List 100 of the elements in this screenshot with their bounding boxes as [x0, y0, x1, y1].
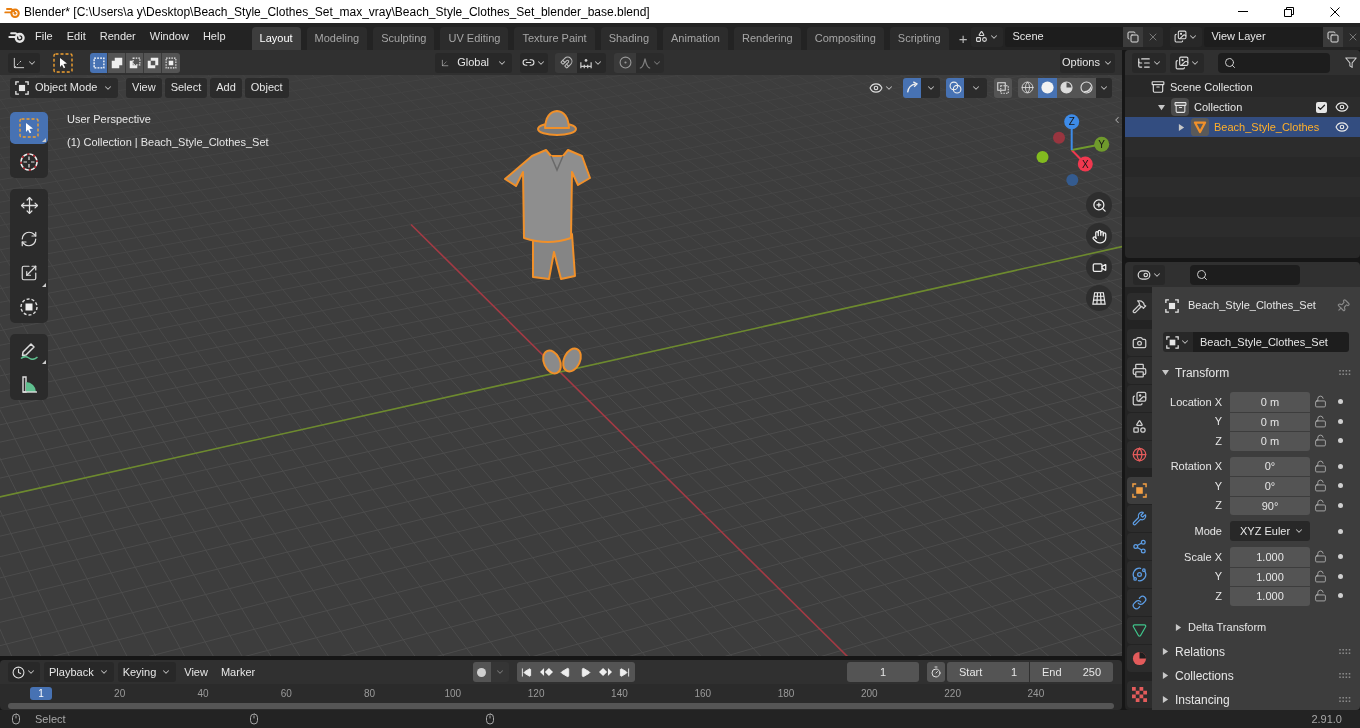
preview-range-toggle[interactable]: [927, 662, 945, 682]
workspace-tab[interactable]: UV Editing: [440, 27, 509, 50]
snap-target-dropdown[interactable]: [577, 52, 606, 73]
properties-tab[interactable]: [1127, 385, 1152, 412]
scene-browse-button[interactable]: [971, 26, 1004, 47]
menu-button[interactable]: View: [179, 662, 213, 682]
axis-handle[interactable]: X: [1070, 149, 1093, 172]
display-mode-dropdown[interactable]: [1132, 52, 1166, 73]
selection-mode-button[interactable]: [144, 52, 162, 73]
checkbox[interactable]: [1316, 101, 1327, 113]
mode-dropdown[interactable]: Object Mode: [10, 77, 118, 98]
keyframe-dot-icon[interactable]: [1338, 463, 1343, 469]
number-field[interactable]: 0°: [1230, 476, 1310, 496]
number-field[interactable]: 1.000: [1230, 586, 1310, 606]
rotation-mode-dropdown[interactable]: XYZ Euler: [1230, 521, 1310, 541]
workspace-tab[interactable]: Layout: [251, 27, 301, 50]
timeline-scrollbar[interactable]: [8, 703, 1114, 709]
proportional-editing-toggle[interactable]: [614, 52, 636, 73]
properties-tab[interactable]: [1127, 645, 1152, 672]
padlock-icon[interactable]: [1314, 498, 1327, 512]
properties-tab[interactable]: [1127, 329, 1152, 356]
viewport-canvas[interactable]: Object Mode View Select Add Object User Perspective (1) Collection | Beach_Style_Clothes_Set X Y Z: [0, 75, 1122, 656]
disclosure-triangle-icon[interactable]: [1177, 123, 1185, 131]
negative-axis-dot[interactable]: [1066, 174, 1079, 186]
padlock-icon[interactable]: [1314, 479, 1327, 493]
keyframe-dot-icon[interactable]: [1338, 438, 1343, 444]
number-field[interactable]: 1.000: [1230, 547, 1310, 567]
subpanel-header[interactable]: Delta Transform: [1152, 617, 1360, 638]
menu-item[interactable]: File: [28, 25, 60, 48]
disclosure-triangle-icon[interactable]: [1162, 369, 1169, 376]
outliner-item[interactable]: Scene Collection: [1125, 77, 1360, 97]
padlock-icon[interactable]: [1314, 550, 1327, 564]
menu-item[interactable]: Window: [142, 25, 196, 48]
eye-icon[interactable]: [1335, 100, 1349, 114]
xray-toggle[interactable]: [994, 77, 1012, 98]
workspace-tab[interactable]: Rendering: [733, 27, 801, 50]
workspace-tab[interactable]: Shading: [600, 27, 658, 50]
perspective-toggle-button[interactable]: [1086, 285, 1112, 311]
menu-item[interactable]: Render: [92, 25, 143, 48]
remove-button[interactable]: [1143, 26, 1164, 47]
disclosure-triangle-icon[interactable]: [1175, 624, 1182, 631]
number-field[interactable]: 0 m: [1230, 411, 1310, 431]
sidebar-toggle-icon[interactable]: [1112, 115, 1122, 125]
properties-tab[interactable]: [1127, 589, 1152, 616]
options-dropdown[interactable]: Options: [1060, 52, 1115, 73]
gizmo-toggle[interactable]: [903, 77, 921, 98]
number-field[interactable]: 0 m: [1230, 392, 1310, 412]
filter-icon[interactable]: [1345, 56, 1357, 69]
tool-button[interactable]: [10, 112, 48, 144]
menu-button[interactable]: Object: [244, 77, 289, 98]
axis-handle[interactable]: Z: [1064, 114, 1080, 151]
negative-axis-dot[interactable]: [1053, 131, 1065, 144]
snap-toggle[interactable]: [555, 52, 577, 73]
pivot-point-dropdown[interactable]: [520, 52, 548, 73]
menu-dropdown[interactable]: Keying: [117, 662, 177, 682]
disclosure-triangle-icon[interactable]: [1162, 696, 1169, 703]
panel-header[interactable]: Transform: [1152, 362, 1360, 383]
negative-axis-dot[interactable]: [1036, 151, 1049, 163]
drag-handle-icon[interactable]: [1339, 673, 1351, 678]
properties-tab[interactable]: [1127, 533, 1152, 560]
number-field[interactable]: 0°: [1230, 456, 1310, 476]
menu-button[interactable]: View: [126, 77, 162, 98]
keyframe-dot-icon[interactable]: [1338, 528, 1343, 534]
panel-header[interactable]: Relations: [1152, 641, 1360, 662]
workspace-tab[interactable]: Sculpting: [373, 27, 435, 50]
properties-tab[interactable]: [1127, 293, 1152, 320]
selection-mode-button[interactable]: [162, 52, 180, 73]
object-name-field[interactable]: Beach_Style_Clothes_Set: [1193, 332, 1349, 352]
properties-tab[interactable]: [1127, 561, 1152, 588]
shading-mode-button[interactable]: [1057, 77, 1077, 98]
workspace-tab[interactable]: Modeling: [306, 27, 368, 50]
overlays-toggle[interactable]: [946, 77, 964, 98]
padlock-icon[interactable]: [1314, 434, 1327, 448]
properties-tab[interactable]: [1127, 357, 1152, 384]
selection-mode-button[interactable]: [108, 52, 126, 73]
object-browse-button[interactable]: [1163, 332, 1193, 352]
view-layer-browse-button[interactable]: [1170, 26, 1203, 47]
padlock-icon[interactable]: [1314, 395, 1327, 409]
view-layer-name-field[interactable]: View Layer: [1204, 26, 1324, 47]
camera-view-button[interactable]: [1086, 254, 1112, 280]
keyframe-dot-icon[interactable]: [1338, 593, 1343, 599]
workspace-tab[interactable]: Scripting: [889, 27, 949, 50]
outliner-item[interactable]: Collection: [1125, 97, 1360, 117]
search-field[interactable]: [1190, 264, 1300, 285]
duplicate-button[interactable]: [1323, 26, 1344, 47]
shading-mode-button[interactable]: [1037, 77, 1057, 98]
outliner-item[interactable]: Beach_Style_Clothes: [1125, 117, 1360, 137]
workspace-tab[interactable]: Texture Paint: [514, 27, 595, 50]
selection-mode-button[interactable]: [90, 52, 108, 73]
pan-button[interactable]: [1086, 223, 1112, 249]
editor-type-button[interactable]: [8, 662, 40, 682]
properties-tab[interactable]: [1127, 413, 1152, 440]
jump-to-start-button[interactable]: [516, 662, 537, 682]
current-frame-field[interactable]: 1: [847, 662, 919, 682]
orientation-dropdown[interactable]: Global: [435, 52, 512, 73]
menu-item[interactable]: Edit: [59, 25, 93, 48]
view-layer-filter-dropdown[interactable]: [1170, 52, 1204, 73]
keyframe-dot-icon[interactable]: [1338, 483, 1343, 489]
active-tool-button[interactable]: [52, 51, 74, 74]
disclosure-triangle-icon[interactable]: [1162, 648, 1169, 655]
